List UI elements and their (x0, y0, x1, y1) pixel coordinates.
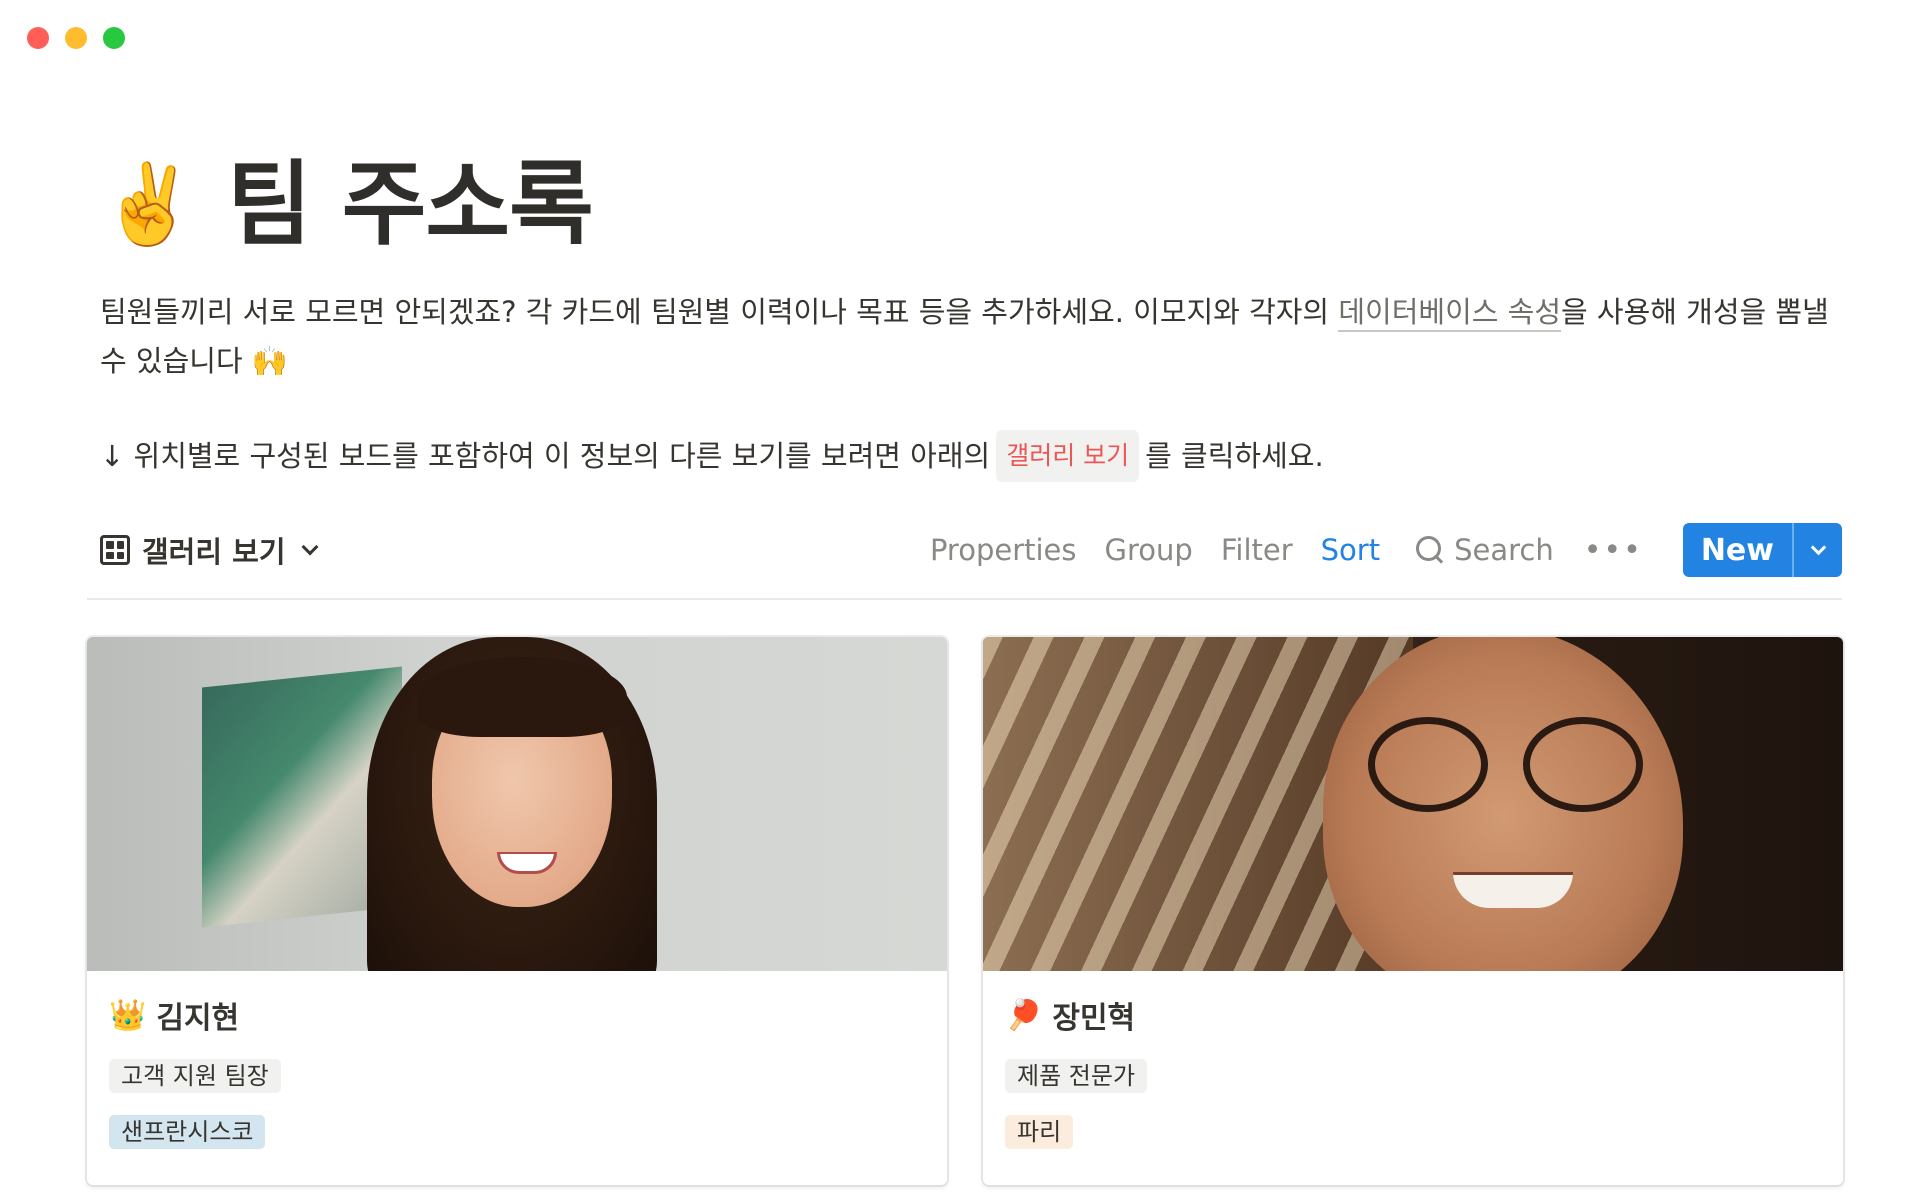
toolbar-divider (87, 598, 1842, 600)
ping-pong-icon: 🏓 (1005, 997, 1043, 1033)
page-content: ✌️ 팀 주소록 팀원들끼리 서로 모르면 안되겠죠? 각 카드에 팀원별 이력… (100, 150, 1840, 482)
search-button[interactable]: Search (1416, 533, 1554, 567)
chevron-down-icon (301, 538, 318, 556)
card-cover-image (983, 637, 1843, 971)
role-tag: 제품 전문가 (1005, 1059, 1148, 1093)
minimize-window-button[interactable] (65, 27, 87, 49)
description-text-1: 팀원들끼리 서로 모르면 안되겠죠? 각 카드에 팀원별 이력이나 목표 등을 … (100, 295, 1339, 329)
sort-button[interactable]: Sort (1321, 533, 1380, 567)
card-tags: 고객 지원 팀장 샌프란시스코 (109, 1059, 925, 1149)
filter-button[interactable]: Filter (1221, 533, 1293, 567)
location-tag: 파리 (1005, 1115, 1074, 1149)
view-switcher[interactable]: 갤러리 보기 (100, 529, 318, 571)
new-button-group: New (1682, 523, 1842, 577)
properties-button[interactable]: Properties (930, 533, 1077, 567)
gallery-card[interactable]: 🏓 장민혁 제품 전문가 파리 (983, 637, 1843, 1185)
page-description: 팀원들끼리 서로 모르면 안되겠죠? 각 카드에 팀원별 이력이나 목표 등을 … (100, 288, 1840, 386)
card-cover-image (87, 637, 947, 971)
close-window-button[interactable] (27, 27, 49, 49)
card-title: 👑 김지현 (109, 993, 925, 1037)
hint-text-1: ↓ 위치별로 구성된 보드를 포함하여 이 정보의 다른 보기를 보려면 아래의 (100, 439, 991, 473)
card-title: 🏓 장민혁 (1005, 993, 1821, 1037)
gallery-card[interactable]: 👑 김지현 고객 지원 팀장 샌프란시스코 (87, 637, 947, 1185)
card-body: 🏓 장민혁 제품 전문가 파리 (983, 971, 1843, 1171)
toolbar-actions: Properties Group Filter Sort Search ••• … (902, 523, 1842, 577)
page-icon[interactable]: ✌️ (100, 166, 197, 244)
search-icon (1416, 536, 1444, 564)
card-name: 김지현 (156, 1001, 240, 1036)
crown-icon: 👑 (109, 997, 147, 1033)
new-dropdown-button[interactable] (1792, 523, 1842, 577)
hint-text-2: 를 클릭하세요. (1145, 439, 1324, 473)
gallery-view: 👑 김지현 고객 지원 팀장 샌프란시스코 🏓 장민혁 제품 전문가 파리 (87, 637, 1843, 1185)
card-name: 장민혁 (1052, 1001, 1136, 1036)
window-controls (27, 27, 125, 49)
page-title[interactable]: 팀 주소록 (227, 159, 594, 251)
page-header: ✌️ 팀 주소록 (100, 150, 1840, 260)
page-hint: ↓ 위치별로 구성된 보드를 포함하여 이 정보의 다른 보기를 보려면 아래의… (100, 430, 1840, 482)
chevron-down-icon (1810, 539, 1826, 555)
group-button[interactable]: Group (1105, 533, 1193, 567)
zoom-window-button[interactable] (103, 27, 125, 49)
card-tags: 제품 전문가 파리 (1005, 1059, 1821, 1149)
gallery-grid-icon (100, 535, 130, 565)
new-button[interactable]: New (1683, 523, 1792, 577)
database-toolbar: 갤러리 보기 Properties Group Filter Sort Sear… (100, 520, 1842, 580)
card-body: 👑 김지현 고객 지원 팀장 샌프란시스코 (87, 971, 947, 1171)
role-tag: 고객 지원 팀장 (109, 1059, 281, 1093)
search-label: Search (1454, 533, 1554, 567)
location-tag: 샌프란시스코 (109, 1115, 266, 1149)
database-properties-link[interactable]: 데이터베이스 속성 (1338, 295, 1562, 332)
view-label: 갤러리 보기 (142, 535, 286, 569)
more-options-icon[interactable]: ••• (1584, 533, 1643, 568)
inline-code-gallery-view: 갤러리 보기 (996, 430, 1140, 482)
